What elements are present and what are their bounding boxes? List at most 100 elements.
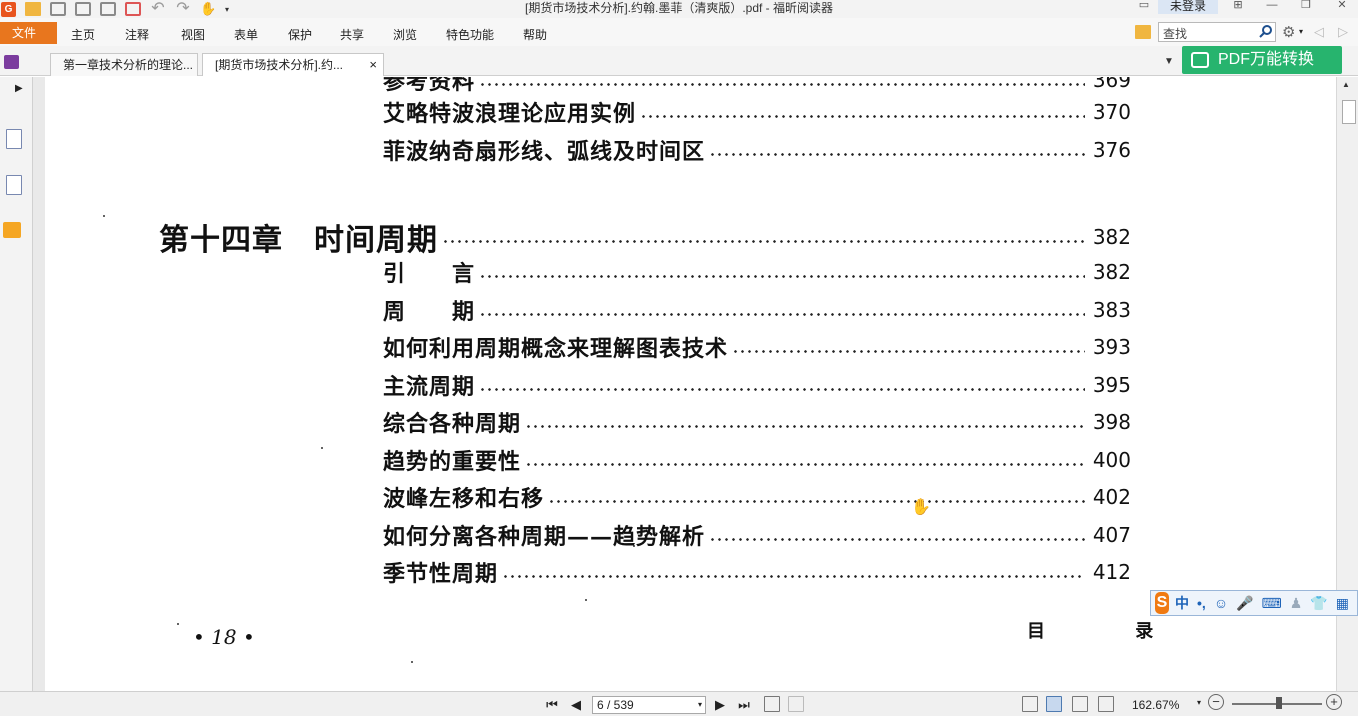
save-icon[interactable] [50, 2, 66, 16]
keyboard-icon[interactable]: ⌨ [1262, 595, 1282, 612]
skin-shirt-icon[interactable]: 👕 [1310, 595, 1327, 612]
emoji-icon[interactable]: ☺ [1214, 595, 1228, 611]
scroll-up-icon[interactable]: ▲ [1342, 80, 1350, 89]
page-setup-icon[interactable] [100, 2, 116, 16]
toc-chapter-row[interactable]: 第十四章 时间周期 382 [159, 217, 1131, 258]
menu-form[interactable]: 表单 [234, 26, 258, 43]
tab-label: 第一章技术分析的理论... [63, 58, 194, 72]
app-tab-logo-icon [4, 55, 19, 69]
menu-home[interactable]: 主页 [71, 26, 95, 43]
toc-entry-row[interactable]: 趋势的重要性 400 [383, 445, 1131, 475]
toc-entry-row[interactable]: 如何利用周期概念来理解图表技术 393 [383, 332, 1131, 362]
continuous-facing-view-icon[interactable] [1098, 696, 1114, 712]
page-number-input[interactable]: 6 / 539 ▾ [592, 696, 706, 714]
settings-dropdown-icon[interactable]: ▾ [1299, 27, 1303, 36]
menu-protect[interactable]: 保护 [288, 26, 312, 43]
toolbox-icon[interactable]: ▦ [1336, 595, 1349, 612]
scrollbar-thumb[interactable] [1342, 100, 1356, 124]
facing-view-icon[interactable] [1072, 696, 1088, 712]
close-tab-icon[interactable]: × [369, 54, 377, 76]
next-page-icon[interactable]: ▶ [712, 697, 728, 713]
toc-entry-row[interactable]: 周 期 383 [383, 295, 1131, 325]
single-page-view-icon[interactable] [1022, 696, 1038, 712]
toc-page-number: 393 [1092, 335, 1131, 359]
document-view[interactable]: 参考资料 369 艾略特波浪理论应用实例 370 菲波纳奇扇形线、弧线及时间区 376 第十… [45, 77, 1336, 691]
last-page-icon[interactable]: ⏭ [736, 697, 752, 713]
continuous-view-icon[interactable] [1046, 696, 1062, 712]
app-logo-icon[interactable]: G [1, 1, 16, 17]
search-folder-icon[interactable] [1135, 25, 1151, 39]
toc-entry-row[interactable]: 参考资料 369 [383, 77, 1131, 95]
toc-entry-row[interactable]: 如何分离各种周期——趋势解析 407 [383, 520, 1131, 550]
toc-entry-title: 艾略特波浪理论应用实例 [383, 101, 637, 127]
ime-language[interactable]: 中 [1175, 593, 1189, 613]
scan-speck [411, 661, 413, 663]
tab-current-document[interactable]: [期货市场技术分析].约... × [202, 53, 384, 76]
extract-page-icon[interactable] [788, 696, 804, 712]
skin-icon[interactable]: ▭ [1134, 0, 1154, 14]
toc-page-number: 402 [1092, 485, 1131, 509]
toc-entry-title: 主流周期 [383, 374, 476, 400]
zoom-out-icon[interactable]: − [1208, 694, 1224, 710]
open-folder-icon[interactable] [25, 2, 41, 16]
search-input[interactable]: 查找 [1158, 22, 1276, 42]
page-footer: 目 录 [1027, 621, 1196, 642]
toc-page-number: 395 [1092, 373, 1131, 397]
toc-entry-row[interactable]: 综合各种周期 398 [383, 407, 1131, 437]
tab-list-dropdown-icon[interactable]: ▼ [1164, 56, 1174, 67]
nav-forward-icon[interactable]: ▷ [1338, 24, 1348, 40]
ime-toolbar[interactable]: S 中 •, ☺ 🎤 ⌨ ♟ 👕 ▦ [1150, 590, 1358, 616]
zoom-in-icon[interactable]: + [1326, 694, 1342, 710]
login-button[interactable]: 未登录 [1158, 0, 1218, 14]
minimize-icon[interactable]: — [1262, 0, 1282, 14]
zoom-slider-thumb[interactable] [1276, 697, 1282, 709]
pdf-convert-button[interactable]: PDF万能转换 [1182, 46, 1342, 74]
menu-file[interactable]: 文件 [0, 22, 57, 44]
customize-dropdown-icon[interactable]: ▾ [225, 5, 229, 14]
nav-back-icon[interactable]: ◁ [1314, 24, 1324, 40]
user-icon[interactable]: ♟ [1290, 595, 1303, 612]
toc-entry-row[interactable]: 波峰左移和右移 402 [383, 482, 1131, 512]
page-thumbnails-icon[interactable] [6, 129, 22, 149]
page-dropdown-icon[interactable]: ▾ [698, 697, 702, 713]
redo-icon[interactable]: ↷ [175, 1, 191, 17]
zoom-dropdown-icon[interactable]: ▾ [1197, 698, 1201, 707]
layers-icon[interactable] [6, 175, 22, 195]
comments-icon[interactable] [3, 222, 21, 238]
insert-page-icon[interactable] [764, 696, 780, 712]
menu-help[interactable]: 帮助 [523, 26, 547, 43]
toc-entry-row[interactable]: 艾略特波浪理论应用实例 370 [383, 97, 1131, 127]
restore-icon[interactable]: ❐ [1296, 0, 1316, 14]
toc-entry-row[interactable]: 主流周期 395 [383, 370, 1131, 400]
search-icon[interactable] [1259, 24, 1273, 38]
close-window-icon[interactable]: ✕ [1332, 0, 1352, 14]
previous-page-icon[interactable]: ◀ [568, 697, 584, 713]
toc-leader-dots [502, 574, 1085, 578]
menu-comment[interactable]: 注释 [125, 26, 149, 43]
punctuation-icon[interactable]: •, [1197, 595, 1206, 611]
tab-chapter-one[interactable]: 第一章技术分析的理论... [50, 53, 198, 76]
sidebar-splitter[interactable] [33, 77, 45, 691]
menu-share[interactable]: 共享 [340, 26, 364, 43]
toc-entry-row[interactable]: 季节性周期 412 [383, 557, 1131, 587]
hand-tool-icon[interactable]: ✋ [200, 2, 216, 16]
menu-view[interactable]: 视图 [181, 26, 205, 43]
toc-entry-row[interactable]: 菲波纳奇扇形线、弧线及时间区 376 [383, 135, 1131, 165]
menu-features[interactable]: 特色功能 [446, 26, 494, 43]
scan-speck [103, 215, 105, 217]
toc-leader-dots [732, 349, 1085, 353]
expand-panel-icon[interactable]: ▶ [15, 83, 23, 94]
undo-icon[interactable]: ↶ [150, 1, 166, 17]
settings-gear-icon[interactable]: ⚙ [1282, 23, 1295, 41]
ribbon-toggle-icon[interactable]: ⊞ [1228, 0, 1248, 14]
title-bar: G ↶ ↷ ✋ ▾ [期货市场技术分析].约翰.墨菲（清爽版）.pdf - 福昕… [0, 0, 1358, 18]
toc-entry-title: 参考资料 [383, 77, 476, 95]
microphone-icon[interactable]: 🎤 [1236, 595, 1253, 612]
fill-icon[interactable] [125, 2, 141, 16]
zoom-level[interactable]: 162.67% [1132, 698, 1179, 712]
ime-logo[interactable]: S [1155, 592, 1170, 614]
toc-entry-row[interactable]: 引 言 382 [383, 257, 1131, 287]
first-page-icon[interactable]: ⏮ [544, 697, 560, 713]
menu-browse[interactable]: 浏览 [393, 26, 417, 43]
print-icon[interactable] [75, 2, 91, 16]
